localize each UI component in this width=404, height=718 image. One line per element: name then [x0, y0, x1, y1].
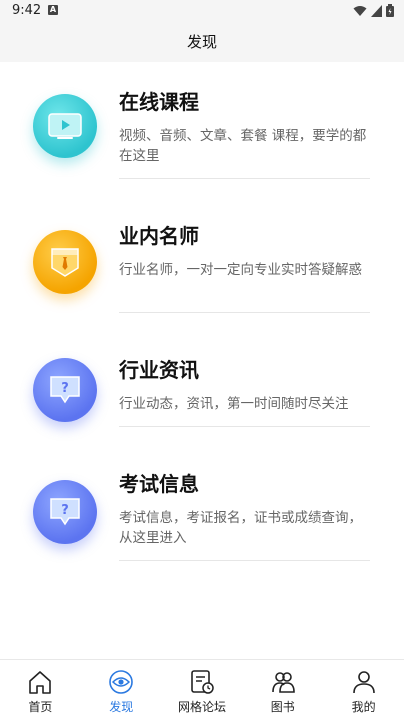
item-description: 视频、音频、文章、套餐 课程，要学的都在这里 [119, 128, 367, 164]
item-title: 业内名师 [119, 224, 199, 248]
item-title: 行业资讯 [119, 358, 199, 382]
question-bubble-icon: ? [50, 376, 80, 404]
status-time: 9:42 [12, 3, 42, 18]
item-title: 考试信息 [119, 472, 199, 496]
svg-text:?: ? [61, 381, 69, 396]
industry-news-icon-circle: ? [33, 358, 97, 422]
people-icon [269, 668, 297, 696]
divider [119, 560, 370, 561]
signal-icon [371, 4, 382, 17]
tab-label: 首页 [28, 700, 53, 714]
status-bar: 9:42 A [0, 0, 404, 22]
divider [119, 426, 370, 427]
teacher-badge-icon [51, 248, 79, 277]
famous-teachers-icon-circle [33, 230, 97, 294]
home-icon [26, 668, 54, 696]
svg-text:?: ? [61, 503, 69, 518]
item-description: 行业名师，一对一定向专业实时答疑解惑 [119, 262, 362, 278]
exam-info-icon-circle: ? [33, 480, 97, 544]
notification-icon: A [48, 5, 58, 15]
online-courses-icon-circle [33, 94, 97, 158]
item-description: 考试信息，考证报名，证书或成绩查询，从这里进入 [119, 510, 362, 546]
header: 发现 [0, 22, 404, 62]
battery-icon [386, 4, 394, 17]
tab-label: 图书 [270, 700, 295, 714]
tab-home[interactable]: 首页 [0, 660, 81, 718]
tab-label: 我的 [351, 700, 376, 714]
tab-label: 网格论坛 [177, 700, 226, 714]
tab-books[interactable]: 图书 [242, 660, 323, 718]
tab-mine[interactable]: 我的 [323, 660, 404, 718]
wifi-icon [353, 5, 367, 16]
tab-forum[interactable]: 网格论坛 [162, 660, 243, 718]
item-title: 在线课程 [119, 90, 199, 114]
status-indicators [353, 4, 394, 17]
bottom-tab-bar: 首页 发现 网格论坛 图书 我的 [0, 659, 404, 718]
question-bubble-icon: ? [50, 498, 80, 526]
tab-label: 发现 [109, 700, 134, 714]
divider [119, 178, 370, 179]
eye-icon [107, 668, 135, 696]
tab-discover[interactable]: 发现 [81, 660, 162, 718]
page-title: 发现 [186, 33, 217, 51]
divider [119, 312, 370, 313]
play-icon [48, 113, 82, 139]
user-icon [350, 668, 378, 696]
forum-icon [188, 668, 216, 696]
notification-glyph: A [49, 5, 57, 14]
item-description: 行业动态，资讯，第一时间随时尽关注 [119, 396, 349, 412]
